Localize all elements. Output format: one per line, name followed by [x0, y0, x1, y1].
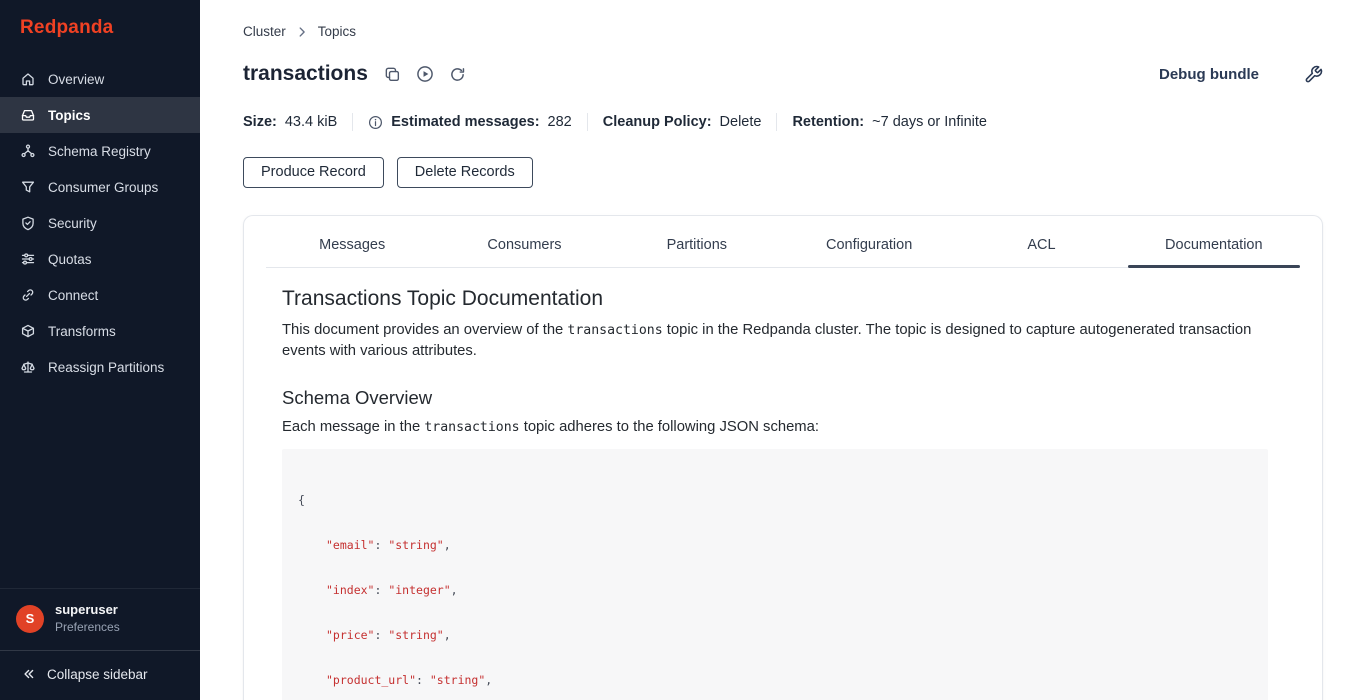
schema-heading: Schema Overview	[282, 387, 1268, 409]
avatar[interactable]: S	[16, 605, 44, 633]
collapse-sidebar-button[interactable]: Collapse sidebar	[0, 650, 200, 700]
user-block: S superuser Preferences	[0, 588, 200, 650]
doc-title: Transactions Topic Documentation	[282, 287, 1268, 311]
tab-consumers[interactable]: Consumers	[438, 224, 610, 267]
preferences-link[interactable]: Preferences	[55, 620, 120, 635]
documentation-panel: Transactions Topic Documentation This do…	[244, 268, 1322, 700]
main-content: Cluster Topics transactions Debug bundle	[200, 0, 1366, 700]
tab-partitions[interactable]: Partitions	[611, 224, 783, 267]
json-schema-code-block: { "email": "string", "index": "integer",…	[282, 449, 1268, 700]
topic-actions: Produce Record Delete Records	[243, 157, 1323, 188]
sidebar-item-security[interactable]: Security	[0, 205, 200, 241]
sidebar-nav: Overview Topics Schema Registry Consumer…	[0, 55, 200, 588]
sliders-icon	[20, 251, 36, 267]
refresh-icon[interactable]	[449, 66, 466, 83]
debug-bundle-link[interactable]: Debug bundle	[1159, 66, 1259, 83]
play-circle-icon[interactable]	[416, 65, 434, 83]
chevron-right-icon	[295, 25, 309, 39]
divider	[587, 113, 588, 131]
stat-retention: Retention: ~7 days or Infinite	[792, 114, 987, 130]
tab-acl[interactable]: ACL	[955, 224, 1127, 267]
tab-configuration[interactable]: Configuration	[783, 224, 955, 267]
topic-stats: Size: 43.4 kiB Estimated messages: 282 C…	[243, 113, 1323, 131]
sidebar-item-transforms[interactable]: Transforms	[0, 313, 200, 349]
redpanda-logo: Redpanda	[0, 0, 200, 55]
divider	[352, 113, 353, 131]
produce-record-button[interactable]: Produce Record	[243, 157, 384, 188]
user-name: superuser	[55, 602, 120, 618]
sidebar-item-consumer-groups[interactable]: Consumer Groups	[0, 169, 200, 205]
shield-icon	[20, 215, 36, 231]
breadcrumb-topics[interactable]: Topics	[318, 24, 356, 39]
schema-network-icon	[20, 143, 36, 159]
topic-card: Messages Consumers Partitions Configurat…	[243, 215, 1323, 700]
inbox-icon	[20, 107, 36, 123]
copy-icon[interactable]	[384, 66, 401, 83]
sidebar-item-overview[interactable]: Overview	[0, 61, 200, 97]
tab-bar: Messages Consumers Partitions Configurat…	[266, 224, 1300, 268]
double-chevron-left-icon	[20, 666, 36, 682]
breadcrumb-cluster[interactable]: Cluster	[243, 24, 286, 39]
delete-records-button[interactable]: Delete Records	[397, 157, 533, 188]
stat-cleanup-policy: Cleanup Policy: Delete	[603, 114, 762, 130]
breadcrumb: Cluster Topics	[243, 24, 1323, 39]
stat-size: Size: 43.4 kiB	[243, 114, 337, 130]
link-icon	[20, 287, 36, 303]
stat-estimated-messages: Estimated messages: 282	[368, 114, 572, 130]
sidebar-item-topics[interactable]: Topics	[0, 97, 200, 133]
sidebar-item-schema-registry[interactable]: Schema Registry	[0, 133, 200, 169]
sidebar: Redpanda Overview Topics Schema Registry…	[0, 0, 200, 700]
cube-icon	[20, 323, 36, 339]
tab-documentation[interactable]: Documentation	[1128, 224, 1300, 267]
sidebar-item-quotas[interactable]: Quotas	[0, 241, 200, 277]
sidebar-item-reassign-partitions[interactable]: Reassign Partitions	[0, 349, 200, 385]
wrench-icon[interactable]	[1304, 65, 1323, 84]
tab-messages[interactable]: Messages	[266, 224, 438, 267]
page-title: transactions	[243, 62, 368, 86]
inline-code: transactions	[567, 323, 662, 338]
funnel-icon	[20, 179, 36, 195]
doc-intro: This document provides an overview of th…	[282, 320, 1268, 362]
divider	[776, 113, 777, 131]
info-circle-icon[interactable]	[368, 115, 383, 130]
title-bar: transactions Debug bundle	[243, 62, 1323, 86]
inline-code: transactions	[424, 420, 519, 435]
scale-icon	[20, 359, 36, 375]
sidebar-item-connect[interactable]: Connect	[0, 277, 200, 313]
schema-intro: Each message in the transactions topic a…	[282, 417, 1268, 438]
home-icon	[20, 71, 36, 87]
